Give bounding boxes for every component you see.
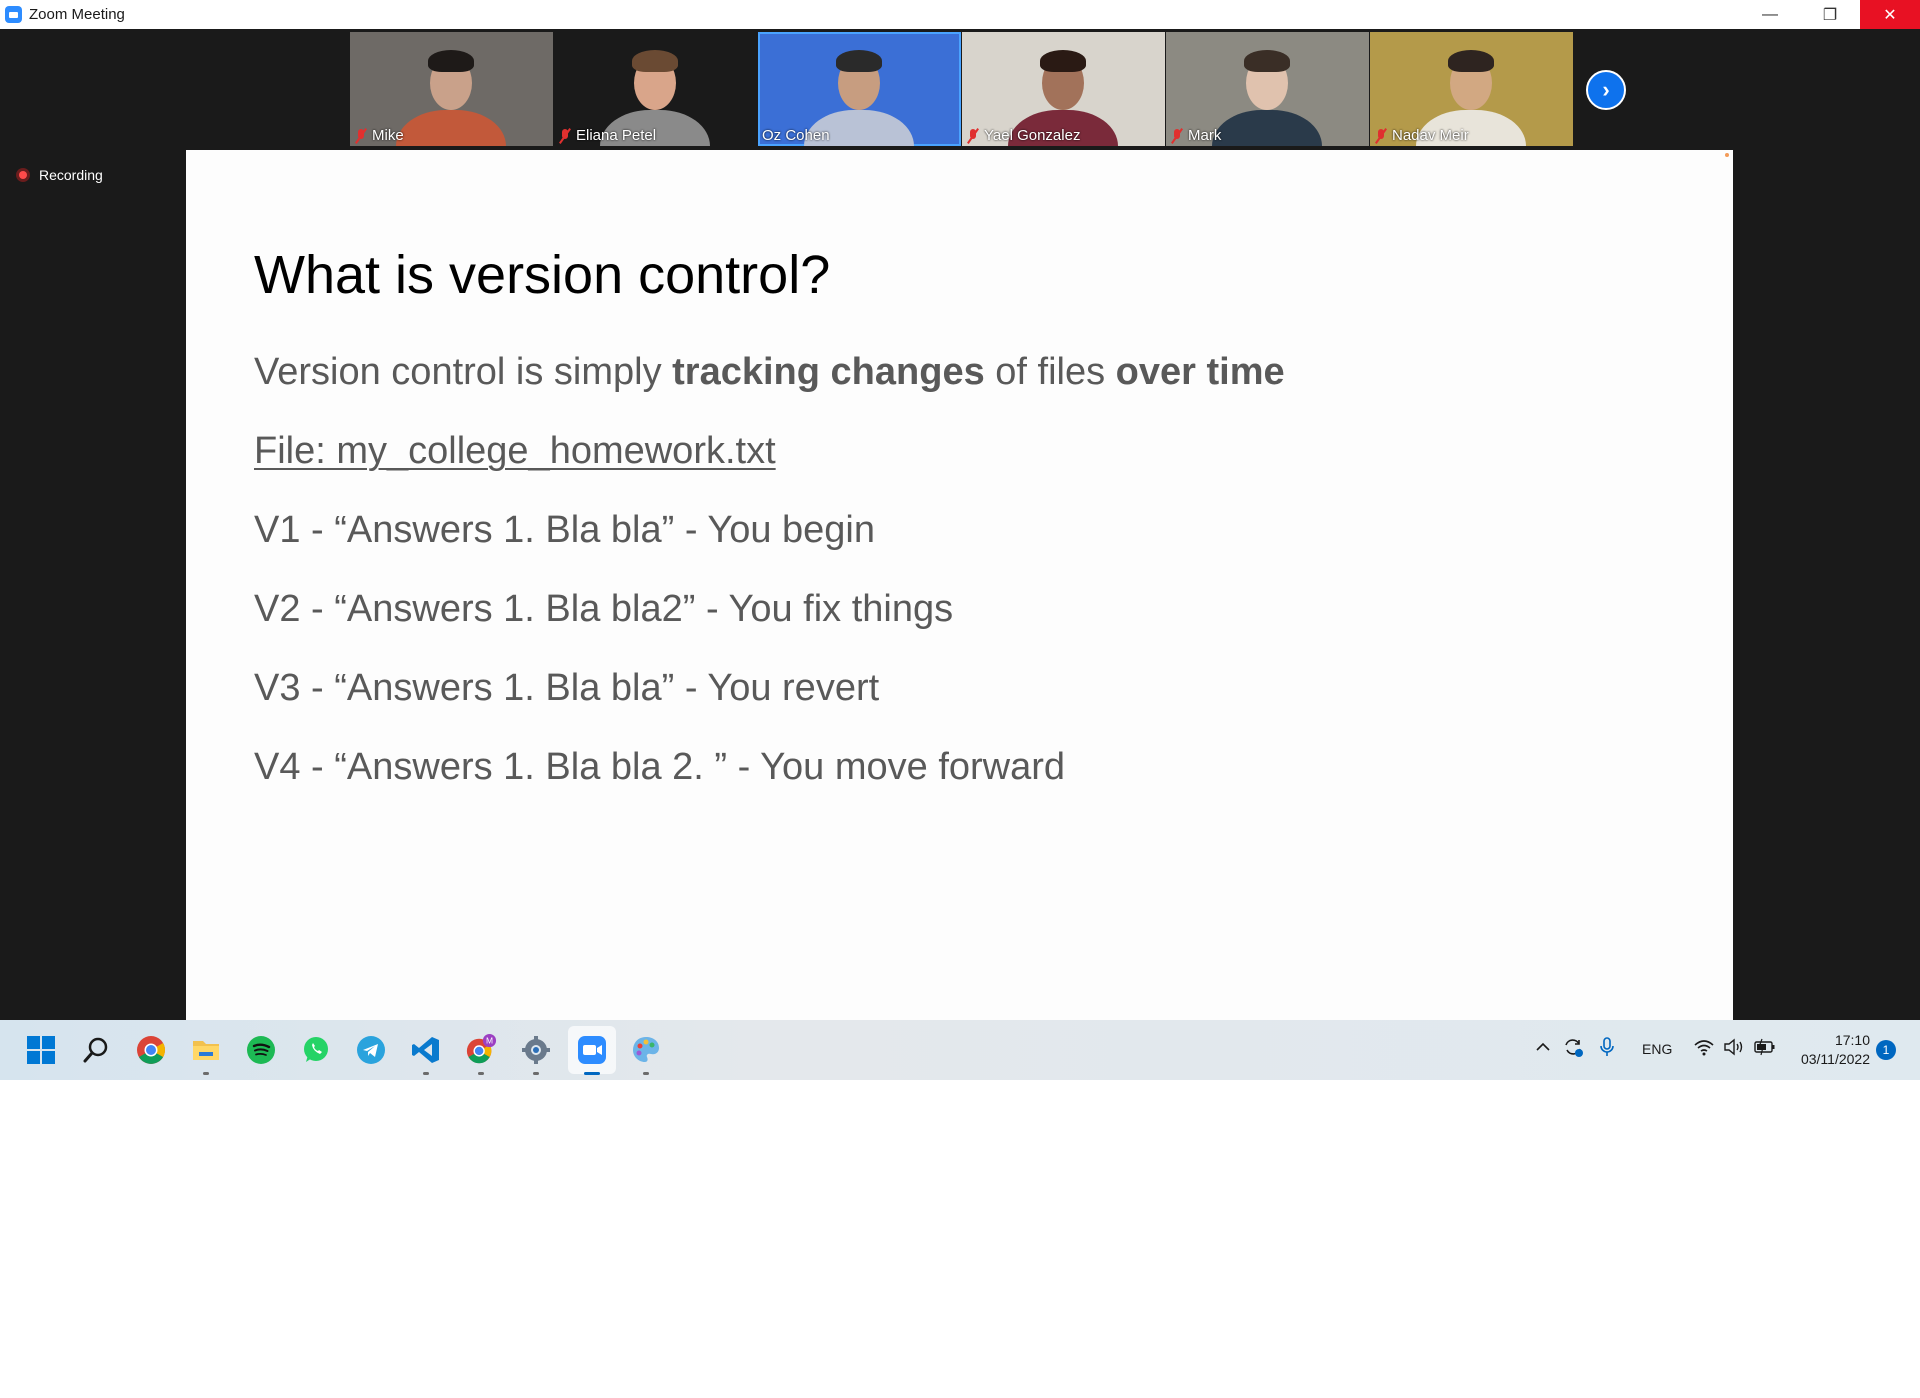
participant-hair (1244, 50, 1290, 72)
close-button[interactable]: ✕ (1860, 0, 1920, 29)
clock-date: 03/11/2022 (1800, 1051, 1870, 1067)
participant-tile-mike[interactable]: Mike (350, 32, 553, 146)
participant-hair (1448, 50, 1494, 72)
chrome-profile-icon[interactable]: M (465, 1034, 497, 1075)
intro-bold-text: over time (1115, 351, 1285, 393)
language-indicator[interactable]: ENG (1642, 1041, 1672, 1057)
mic-muted-icon (1374, 128, 1388, 144)
intro-text: of files (984, 351, 1116, 393)
vscode-icon[interactable] (410, 1034, 442, 1075)
recording-label: Recording (39, 167, 103, 183)
slide-intro-line: Version control is simply tracking chang… (254, 351, 1285, 394)
whatsapp-icon[interactable] (300, 1034, 332, 1066)
shared-screen-slide: What is version control? Version control… (186, 150, 1733, 1020)
participant-name: Nadav Meir (1392, 127, 1469, 144)
window-title-bar: Zoom Meeting — ❐ ✕ (0, 0, 1920, 29)
window-title: Zoom Meeting (29, 6, 125, 23)
slide-file-name: File: my_college_homework.txt (254, 430, 776, 472)
spotify-icon[interactable] (245, 1034, 277, 1066)
telegram-icon[interactable] (355, 1034, 387, 1066)
meeting-area: Mike Eliana Petel Oz Cohen Yael Gonzalez… (0, 29, 1920, 1020)
participant-hair (428, 50, 474, 72)
recording-indicator[interactable]: Recording (16, 167, 103, 183)
zoom-icon[interactable] (568, 1026, 616, 1075)
chevron-up-icon[interactable] (1534, 1038, 1552, 1061)
windows-taskbar: M ENG 17:10 03/11/2022 1 (0, 1020, 1920, 1080)
participant-name: Eliana Petel (576, 127, 657, 144)
intro-text: Version control is simply (254, 351, 673, 393)
notification-badge[interactable]: 1 (1876, 1040, 1896, 1060)
participant-name: Oz Cohen (762, 127, 830, 144)
settings-icon[interactable] (520, 1034, 552, 1075)
participant-body (396, 110, 506, 146)
battery-charging-icon[interactable] (1753, 1038, 1777, 1061)
mic-muted-icon (966, 128, 980, 144)
slide-title: What is version control? (254, 245, 831, 305)
windows-start-icon[interactable] (25, 1034, 57, 1066)
clock-time: 17:10 (1834, 1032, 1870, 1048)
share-indicator-dot (1725, 153, 1729, 157)
slide-version-line: V1 - “Answers 1. Bla bla” - You begin (254, 509, 876, 551)
paint-icon[interactable] (630, 1034, 662, 1075)
video-strip: Mike Eliana Petel Oz Cohen Yael Gonzalez… (350, 32, 1573, 146)
slide-version-line: V3 - “Answers 1. Bla bla” - You revert (254, 667, 880, 709)
file-explorer-icon[interactable] (190, 1034, 222, 1075)
participant-name: Mark (1188, 127, 1222, 144)
participant-name: Yael Gonzalez (984, 127, 1081, 144)
participant-tile-mark[interactable]: Mark (1166, 32, 1369, 146)
participant-hair (836, 50, 882, 72)
zoom-app-icon (5, 6, 22, 23)
recording-icon (16, 168, 30, 182)
participant-tile-nadav-meir[interactable]: Nadav Meir (1370, 32, 1573, 146)
slide-version-line: V4 - “Answers 1. Bla bla 2. ” - You move… (254, 746, 1066, 788)
wifi-icon[interactable] (1693, 1037, 1715, 1062)
mic-muted-icon (354, 128, 368, 144)
participant-tile-oz-cohen[interactable]: Oz Cohen (758, 32, 961, 146)
chrome-icon[interactable] (135, 1034, 167, 1066)
slide-version-line: V2 - “Answers 1. Bla bla2” - You fix thi… (254, 588, 954, 630)
volume-icon[interactable] (1723, 1037, 1745, 1062)
restore-button[interactable]: ❐ (1800, 0, 1860, 29)
participant-tile-eliana-petel[interactable]: Eliana Petel (554, 32, 757, 146)
mic-muted-icon (1170, 128, 1184, 144)
minimize-button[interactable]: — (1740, 0, 1800, 29)
next-participants-button[interactable]: › (1586, 70, 1626, 110)
microphone-icon[interactable] (1598, 1036, 1616, 1063)
participant-body (1212, 110, 1322, 146)
search-icon[interactable] (80, 1034, 112, 1066)
sync-icon[interactable] (1562, 1036, 1584, 1063)
participant-tile-yael-gonzalez[interactable]: Yael Gonzalez (962, 32, 1165, 146)
intro-bold-text: tracking changes (672, 351, 985, 393)
participant-name: Mike (372, 127, 404, 144)
mic-muted-icon (558, 128, 572, 144)
svg-text:M: M (486, 1035, 493, 1045)
participant-hair (1040, 50, 1086, 72)
system-clock[interactable]: 17:10 03/11/2022 (1790, 1031, 1870, 1069)
participant-hair (632, 50, 678, 72)
